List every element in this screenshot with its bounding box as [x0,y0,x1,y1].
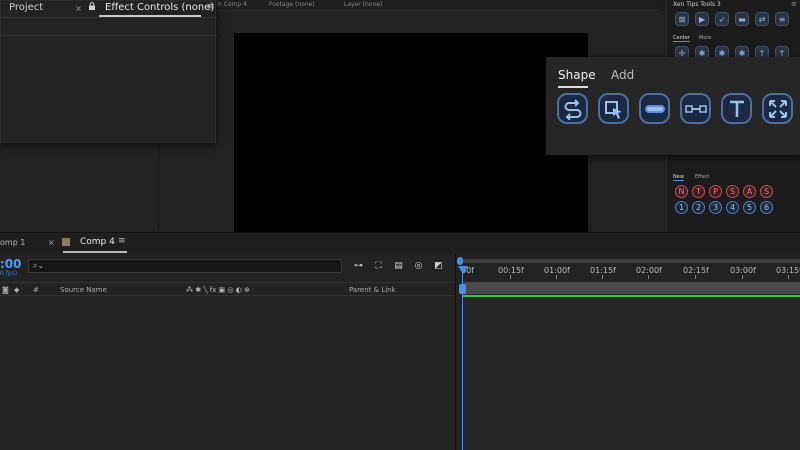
ruler-tick-label: 00:15f [498,266,524,275]
lock-icon[interactable] [88,2,96,10]
viewer-tab-footage[interactable]: Footage (none) [269,1,315,8]
time-navigator-bar[interactable] [459,259,800,263]
ruler-tick-label: 01:00f [544,266,570,275]
tab-comp-1[interactable]: omp 1 [0,238,25,247]
xen-tab-center[interactable]: Center [673,35,690,42]
xen-letter-buttons: N T P S A S [675,185,773,198]
tab-shape[interactable]: Shape [558,68,596,82]
draft-3d-icon[interactable]: ⛶ [372,260,385,271]
folder-icon[interactable]: ▬ [735,12,749,26]
rocket-icon[interactable]: ➶ [715,12,729,26]
new-solid-button[interactable]: S [760,185,773,198]
shape-tab-underline [558,86,588,88]
playhead-handle[interactable] [458,266,468,274]
motion-blur-icon[interactable]: ◎ [412,260,425,271]
expand-icon[interactable] [762,93,793,124]
layer-switches-header: ⁂ ✱ ╲ fx ▣ ◎ ◐ ⊕ [186,286,250,294]
ruler-tick [556,275,557,279]
tab-comp-4[interactable]: Comp 4 [80,237,115,247]
layer-tracks[interactable] [462,298,800,450]
new-text-button[interactable]: T [692,185,705,198]
search-icon: ⌕⌄ [33,261,45,270]
video-toggle-icon[interactable]: ◙ [2,286,9,294]
grid-icon[interactable]: ⊠ [675,12,689,26]
timeline-graph-area[interactable]: 00f 00:15f 01:00f 01:15f 02:00f 02:15f 0… [455,254,800,450]
ruler-tick-label: 03:00f [730,266,756,275]
tab-add[interactable]: Add [611,68,634,82]
time-navigator-start-handle[interactable] [457,257,463,265]
xen-menu-icon[interactable]: ≡ [791,0,797,8]
xen-tab-new[interactable]: New [673,174,684,181]
effect-controls-panel: Project × Effect Controls (none) ≡ [0,0,217,143]
list-icon[interactable]: ≡ [775,12,789,26]
preset-2-button[interactable]: 2 [692,201,705,214]
preset-1-button[interactable]: 1 [675,201,688,214]
work-area-bar[interactable] [462,282,800,294]
frame-blending-icon[interactable]: ▤ [392,260,405,271]
label-tag-icon[interactable]: ◆ [14,286,19,294]
close-icon[interactable]: × [75,4,82,13]
work-area-range [462,295,800,297]
composition-canvas[interactable] [234,33,588,232]
work-area-start-marker[interactable] [459,284,466,294]
new-shape-button[interactable]: S [726,185,739,198]
xen-panel-title: Xen Tips Tools 3 [673,1,721,8]
preset-3-button[interactable]: 3 [709,201,722,214]
ruler-tick-label: 02:00f [636,266,662,275]
xen-number-buttons: 1 2 3 4 5 6 [675,201,773,214]
ruler-tick-label: 03:15f [776,266,800,275]
tab-project[interactable]: Project [9,2,43,13]
connector-icon[interactable] [680,93,711,124]
new-precomp-button[interactable]: P [709,185,722,198]
ruler-tick [742,275,743,279]
preset-6-button[interactable]: 6 [760,201,773,214]
ruler-tick [648,275,649,279]
composition-flowchart-icon[interactable]: ⊶ [352,260,365,271]
panel-menu-icon[interactable]: ≡ [207,2,215,12]
ruler-tick-label: 01:15f [590,266,616,275]
preset-5-button[interactable]: 5 [743,201,756,214]
parent-link-header[interactable]: Parent & Link [349,286,396,294]
tab-effect-controls[interactable]: Effect Controls (none) [105,2,214,13]
layer-search-input[interactable] [28,259,342,273]
layer-number-header: # [33,286,39,294]
graph-editor-icon[interactable]: ◩ [432,260,445,271]
video-icon[interactable]: ▶ [695,12,709,26]
text-icon[interactable] [721,93,752,124]
timeline-menu-icon[interactable]: ≡ [118,236,126,246]
panel-divider [1,35,217,36]
timeline-tab-bar: omp 1 × Comp 4 ≡ [0,232,800,254]
ruler-tick-label: 02:15f [683,266,709,275]
composition-color-label [62,238,70,246]
preset-4-button[interactable]: 4 [726,201,739,214]
active-tab-indicator [63,251,127,253]
timeline-layer-panel: :00 0 fps) ⌕⌄ ⊶ ⛶ ▤ ◎ ◩ ◙ ◆ # Source Nam… [0,254,455,450]
layer-column-header: ◙ ◆ # Source Name ⁂ ✱ ╲ fx ▣ ◎ ◐ ⊕ Paren… [0,282,455,296]
active-tab-indicator [99,15,201,17]
timeline-toolbar: ⊶ ⛶ ▤ ◎ ◩ [352,260,445,271]
after-effects-window: n Comp 4 Footage (none) Layer (none) Pro… [0,0,800,450]
current-time-display[interactable]: :00 [0,257,22,271]
viewer-divider-left [158,140,159,230]
viewer-tab-layer[interactable]: Layer (none) [344,1,382,8]
source-name-header[interactable]: Source Name [60,286,107,294]
rounded-bar-icon[interactable] [639,93,670,124]
frame-rate-label: 0 fps) [0,270,18,277]
panel-tab-bar: Project × Effect Controls (none) ≡ [1,1,217,18]
viewer-tab-composition[interactable]: n Comp 4 [218,1,247,8]
ruler-tick [510,275,511,279]
swap-icon[interactable]: ⇄ [755,12,769,26]
close-icon[interactable]: × [48,238,55,247]
xen-top-toolbar: ⊠ ▶ ➶ ▬ ⇄ ≡ [675,12,789,26]
select-point-icon[interactable] [598,93,629,124]
ruler-tick [788,275,789,279]
shape-popup-panel: Shape Add [546,57,800,155]
swap-shape-icon[interactable] [557,93,588,124]
xen-tab-effect[interactable]: Effect [695,174,709,180]
xen-tab-more[interactable]: More [699,35,711,41]
new-null-button[interactable]: N [675,185,688,198]
new-adjustment-button[interactable]: A [743,185,756,198]
ruler-tick [695,275,696,279]
ruler-tick [602,275,603,279]
